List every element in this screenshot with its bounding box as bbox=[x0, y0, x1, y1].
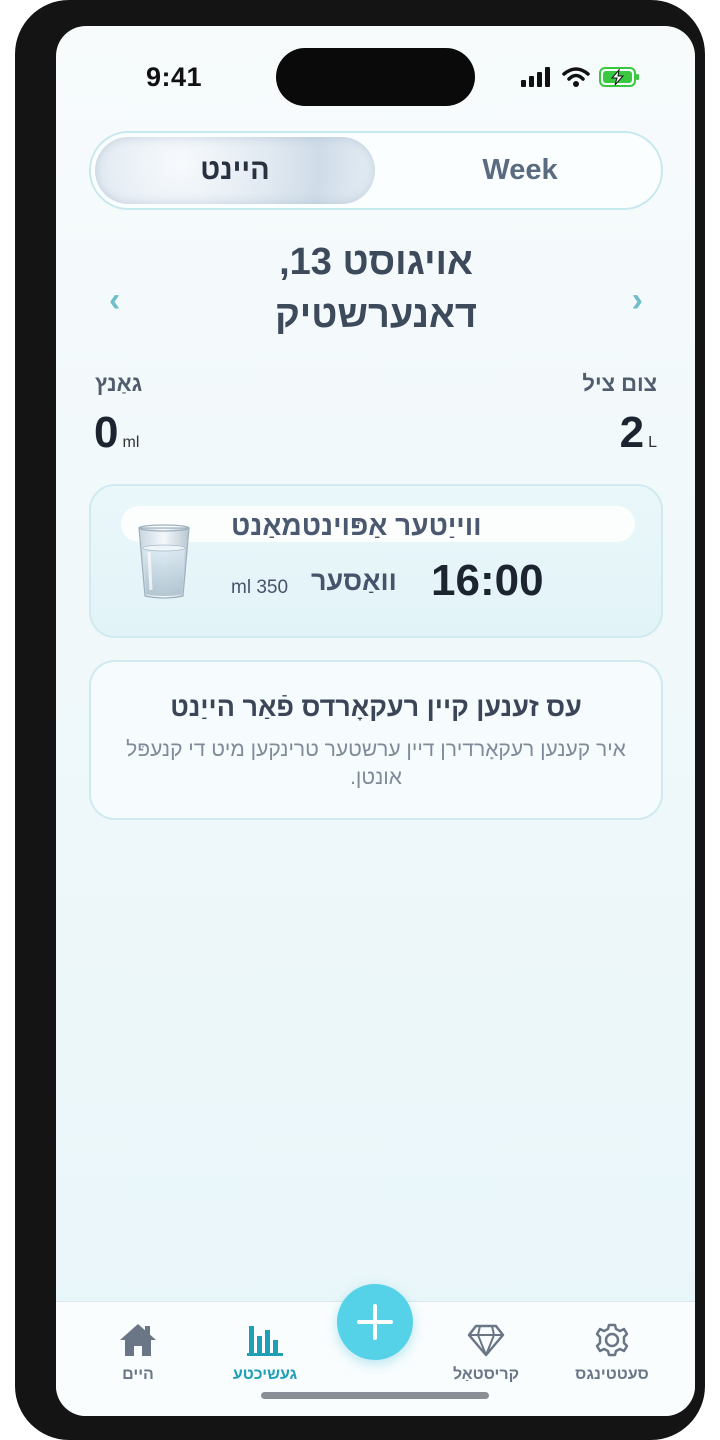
water-glass-icon bbox=[138, 524, 190, 599]
total-unit: ml bbox=[122, 434, 140, 451]
status-time: 9:41 bbox=[146, 62, 203, 92]
tab-settings-label: סעטטינגס bbox=[575, 1366, 649, 1383]
add-drink-button[interactable] bbox=[337, 1284, 413, 1360]
tab-crystal[interactable]: קריסטאַל bbox=[426, 1322, 546, 1384]
signal-icon bbox=[521, 67, 550, 87]
next-reminder-card[interactable]: ווייַטער אַפּוינטמאַנט 16:00 וואַסער ml … bbox=[89, 484, 663, 638]
total-value: 0 ml bbox=[94, 408, 139, 458]
tab-settings[interactable]: סעטטינגס bbox=[552, 1322, 672, 1384]
tab-week[interactable]: Week bbox=[379, 133, 661, 208]
home-indicator bbox=[261, 1392, 489, 1399]
tab-history[interactable]: געשיכטע bbox=[205, 1322, 325, 1384]
app-screen: 9:41 היינט Week ‹ אויגוסט 13, דאנערשטיק … bbox=[56, 26, 695, 1416]
tab-crystal-label: קריסטאַל bbox=[452, 1366, 520, 1383]
date-title-line2: דאנערשטיק bbox=[274, 294, 478, 336]
goal-label: צום ציל bbox=[582, 371, 657, 396]
date-title: אויגוסט 13, דאנערשטיק bbox=[169, 236, 583, 342]
reminder-title: ווייַטער אַפּוינטמאַנט bbox=[231, 510, 482, 541]
tab-home[interactable]: היים bbox=[78, 1322, 198, 1384]
status-icons bbox=[521, 66, 641, 88]
diamond-icon bbox=[467, 1324, 505, 1357]
period-segmented-control: היינט Week bbox=[89, 131, 663, 210]
reminder-time: 16:00 bbox=[431, 556, 544, 605]
date-title-line1: אויגוסט 13, bbox=[279, 241, 473, 283]
empty-description: איר קענען רעקאָרדירן דיין ערשטער טרינקען… bbox=[126, 738, 626, 789]
tab-home-label: היים bbox=[122, 1366, 154, 1383]
battery-charging-icon bbox=[599, 67, 639, 87]
goal-number: 2 bbox=[619, 408, 645, 457]
home-icon bbox=[120, 1324, 156, 1356]
chevron-right-icon[interactable]: › bbox=[632, 281, 643, 320]
total-label: גאַנץ bbox=[95, 371, 143, 396]
total-number: 0 bbox=[94, 408, 119, 457]
tab-today[interactable]: היינט bbox=[95, 137, 375, 204]
chevron-left-icon[interactable]: ‹ bbox=[109, 281, 120, 320]
goal-value: 2L bbox=[620, 408, 657, 458]
goal-unit: L bbox=[648, 434, 657, 451]
gear-icon bbox=[595, 1323, 629, 1357]
wifi-icon bbox=[562, 67, 590, 87]
empty-title: עס זענען קיין רעקאָרדס פֿאַר הייַנט bbox=[170, 692, 582, 722]
phone-frame: 9:41 היינט Week ‹ אויגוסט 13, דאנערשטיק … bbox=[15, 0, 705, 1440]
date-navigator: ‹ אויגוסט 13, דאנערשטיק › bbox=[89, 236, 663, 346]
bar-chart-icon bbox=[247, 1326, 283, 1356]
tab-history-label: געשיכטע bbox=[232, 1366, 298, 1383]
reminder-drink-type: וואַסער bbox=[311, 566, 397, 596]
plus-icon bbox=[357, 1304, 393, 1340]
dynamic-island bbox=[276, 48, 475, 106]
empty-records-card: עס זענען קיין רעקאָרדס פֿאַר הייַנט איר … bbox=[89, 660, 663, 820]
reminder-amount: ml 350 bbox=[231, 577, 289, 598]
